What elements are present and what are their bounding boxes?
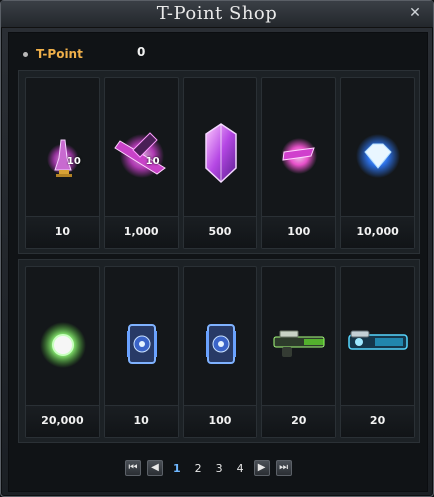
shop-slot-7[interactable]: 10 [103,266,179,438]
potion-icon [47,139,79,177]
blue-plate-icon [205,324,236,364]
next-page-icon: ▶ [257,462,266,473]
item-price: 1,000 [123,225,159,238]
pagination: ⏮ ◀ 1 2 3 4 ▶ ⏭ [125,459,292,477]
item-price: 20 [369,414,386,427]
t-point-balance-row: T-Point 0 [23,45,145,63]
white-green-orb-icon [40,322,86,368]
purple-gem-icon [204,123,237,184]
blue-gun-icon [348,330,408,350]
page-3[interactable]: 3 [212,462,227,475]
close-button[interactable]: ✕ [407,5,423,21]
prev-page-icon: ◀ [151,462,159,473]
blue-plate-icon [126,324,157,364]
item-price: 10,000 [356,225,399,238]
shop-slot-2[interactable]: 10 1,000 [103,77,179,249]
title-bar[interactable]: T-Point Shop ✕ [1,1,433,28]
item-panel-top: 10 10 10 1,000 500 100 10,000 [18,70,420,254]
pink-crystal-icon [114,132,166,178]
item-quantity: 10 [66,156,81,167]
shop-slot-4[interactable]: 100 [261,77,337,249]
item-quantity: 10 [145,156,160,167]
shop-slot-10[interactable]: 20 [340,266,415,438]
last-page-icon: ⏭ [279,462,289,473]
item-price: 20 [291,414,307,427]
shop-content: T-Point 0 10 10 10 1,000 500 100 10,000 … [8,32,428,492]
shop-slot-8[interactable]: 100 [182,266,258,438]
item-price: 20,000 [41,414,84,427]
close-icon: ✕ [409,5,421,21]
page-1[interactable]: 1 [169,462,185,475]
t-point-value: 0 [137,45,146,59]
page-2[interactable]: 2 [191,462,206,475]
next-page-button[interactable]: ▶ [253,460,270,476]
shop-slot-1[interactable]: 10 10 [25,77,100,249]
first-page-button[interactable]: ⏮ [125,460,141,476]
shop-slot-5[interactable]: 10,000 [340,77,415,249]
item-price: 10 [133,414,149,427]
first-page-icon: ⏮ [128,462,138,473]
item-price: 10 [54,225,71,238]
item-panel-bottom: 20,000 10 100 20 20 [18,259,420,443]
green-gun-icon [273,330,325,357]
bullet-icon [23,51,28,57]
blue-gem-icon [356,134,401,178]
item-price: 500 [208,225,232,238]
shop-slot-6[interactable]: 20,000 [25,266,100,438]
last-page-button[interactable]: ⏭ [275,460,292,476]
page-4[interactable]: 4 [233,462,248,475]
t-point-shop-window: T-Point Shop ✕ T-Point 0 10 10 10 1,000 … [0,0,434,497]
item-price: 100 [287,225,311,238]
prev-page-button[interactable]: ◀ [147,460,163,476]
window-title: T-Point Shop [156,3,278,24]
item-price: 100 [208,414,232,427]
pink-orb-icon [281,138,318,174]
shop-slot-3[interactable]: 500 [182,77,258,249]
t-point-label: T-Point [36,47,83,61]
shop-slot-9[interactable]: 20 [261,266,337,438]
